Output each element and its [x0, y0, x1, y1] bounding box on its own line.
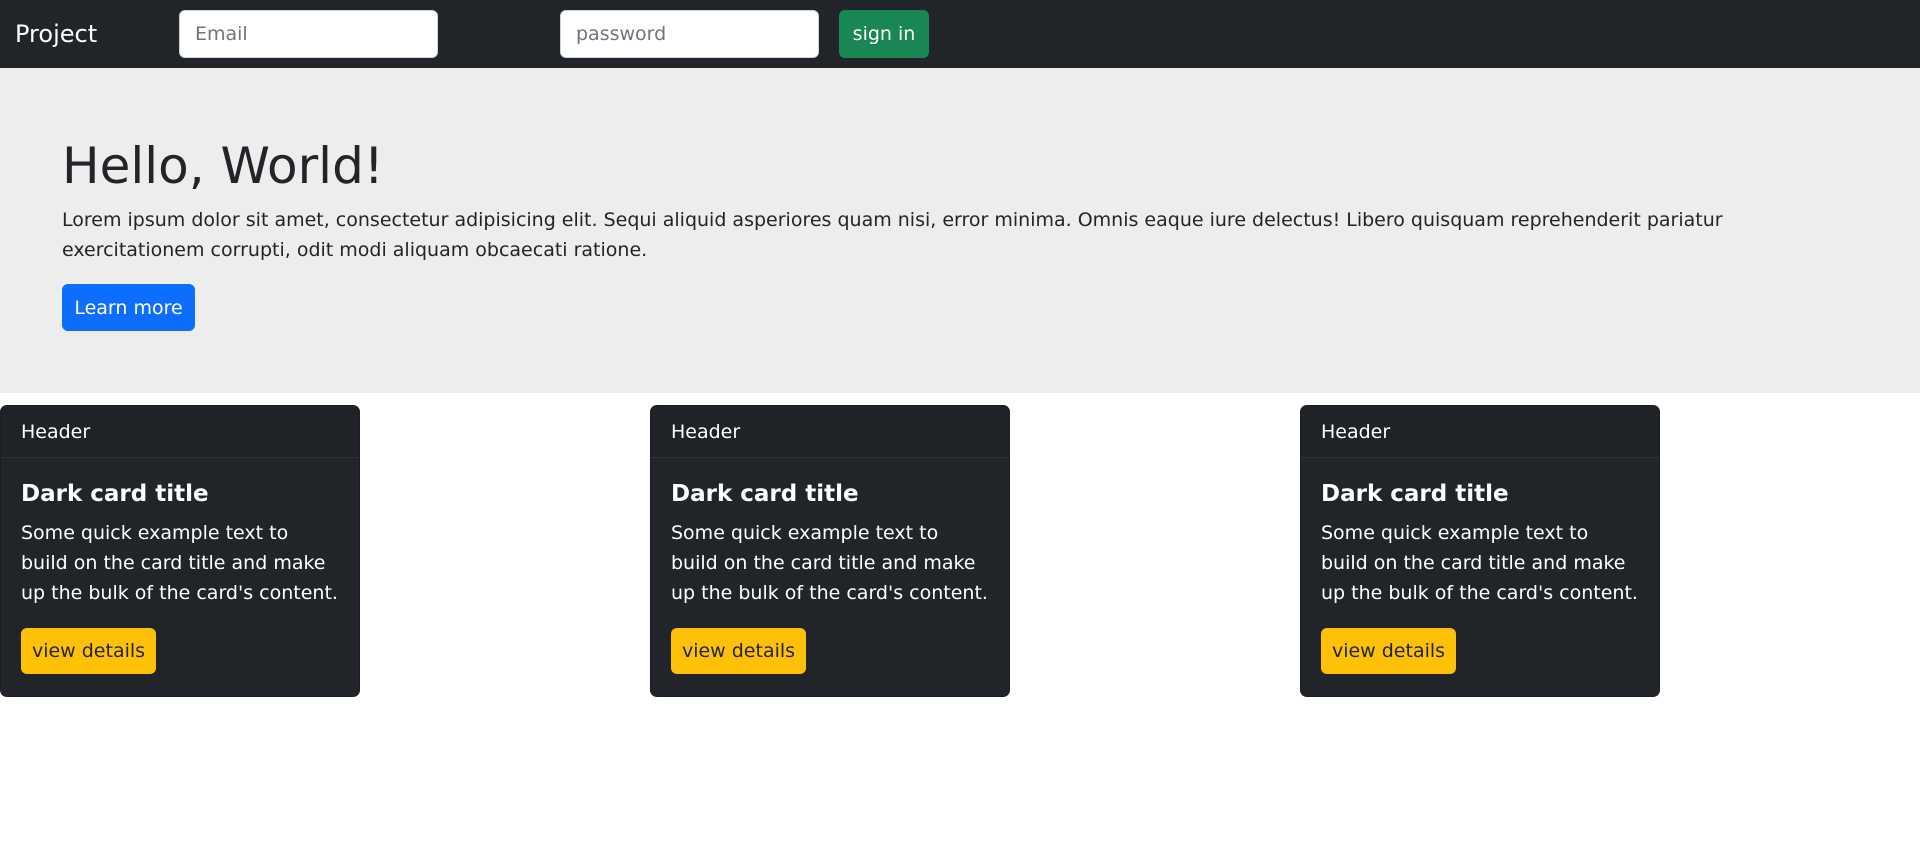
card-text: Some quick example text to build on the …: [671, 522, 988, 604]
view-details-button[interactable]: view details: [1321, 628, 1456, 674]
navbar: Project sign in: [0, 0, 1920, 68]
learn-more-button[interactable]: Learn more: [62, 284, 195, 331]
card-title: Dark card title: [1321, 481, 1509, 507]
card-header: Header: [651, 406, 1009, 458]
card-body: Dark card title Some quick example text …: [651, 458, 1009, 674]
card-body: Dark card title Some quick example text …: [1301, 458, 1659, 674]
sign-in-button[interactable]: sign in: [839, 10, 929, 58]
card-title: Dark card title: [21, 481, 209, 507]
email-input[interactable]: [179, 10, 438, 58]
hero-title: Hello, World!: [62, 137, 384, 195]
card-3: Header Dark card title Some quick exampl…: [1300, 405, 1660, 697]
card-1: Header Dark card title Some quick exampl…: [0, 405, 360, 697]
card-2: Header Dark card title Some quick exampl…: [650, 405, 1010, 697]
hero-jumbotron: Hello, World! Lorem ipsum dolor sit amet…: [0, 68, 1920, 393]
card-header: Header: [1301, 406, 1659, 458]
brand-logo-text[interactable]: Project: [15, 19, 97, 49]
view-details-button[interactable]: view details: [671, 628, 806, 674]
card-body: Dark card title Some quick example text …: [1, 458, 359, 674]
card-header: Header: [1, 406, 359, 458]
hero-text: Lorem ipsum dolor sit amet, consectetur …: [62, 209, 1723, 261]
card-text: Some quick example text to build on the …: [1321, 522, 1638, 604]
view-details-button[interactable]: view details: [21, 628, 156, 674]
card-text: Some quick example text to build on the …: [21, 522, 338, 604]
password-input[interactable]: [560, 10, 819, 58]
card-title: Dark card title: [671, 481, 859, 507]
